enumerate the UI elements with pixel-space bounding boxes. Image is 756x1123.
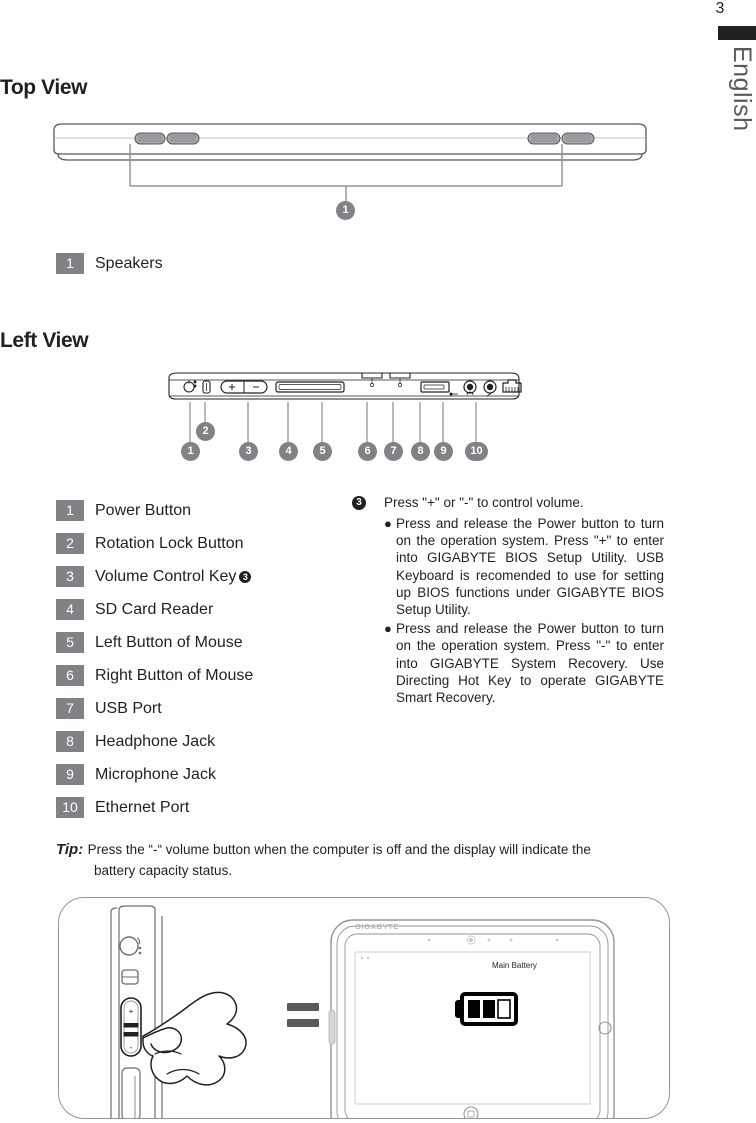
legend-label-text: Right Button of Mouse bbox=[95, 666, 254, 684]
legend-label: Left Button of Mouse bbox=[95, 634, 243, 652]
svg-text:-: - bbox=[130, 1043, 133, 1052]
legend-row: 1 Speakers bbox=[56, 247, 163, 280]
section-heading-left-view: Left View bbox=[0, 329, 89, 352]
left-view-legend-list: 1 Power Button 2 Rotation Lock Button 3 … bbox=[56, 494, 253, 824]
legend-badge: 5 bbox=[56, 632, 84, 653]
legend-badge: 8 bbox=[56, 731, 84, 752]
bullet-dot-icon: ● bbox=[384, 516, 392, 531]
callout-badge-5: 5 bbox=[313, 442, 332, 461]
note-reference-icon: 3 bbox=[239, 570, 252, 583]
legend-label: Rotation Lock Button bbox=[95, 535, 244, 553]
legend-row-right-button-of-mouse: 6 Right Button of Mouse bbox=[56, 659, 253, 692]
main-battery-label: Main Battery bbox=[492, 961, 537, 970]
legend-label: Volume Control Key 3 bbox=[95, 567, 252, 586]
legend-label: Headphone Jack bbox=[95, 733, 215, 751]
legend-row-power-button: 1 Power Button bbox=[56, 494, 253, 527]
callout-badge-8: 8 bbox=[411, 442, 430, 461]
note-heading-text: Press "+" or "-" to control volume. bbox=[384, 495, 584, 510]
note-bullet-text: Press and release the Power button to tu… bbox=[396, 621, 664, 706]
legend-row-sd-card-reader: 4 SD Card Reader bbox=[56, 593, 253, 626]
legend-label-text: Ethernet Port bbox=[95, 798, 190, 816]
legend-label: Microphone Jack bbox=[95, 766, 216, 784]
language-tab-bar bbox=[718, 26, 756, 40]
callout-badge-4: 4 bbox=[279, 442, 298, 461]
volume-control-note: 3 Press "+" or "-" to control volume. ● … bbox=[352, 494, 664, 708]
callout-badge-2: 2 bbox=[196, 422, 215, 441]
callout-badge-6: 6 bbox=[358, 442, 377, 461]
legend-label: SD Card Reader bbox=[95, 601, 213, 619]
legend-badge: 7 bbox=[56, 698, 84, 719]
callout-badge-1: 1 bbox=[336, 201, 355, 220]
bullet-dot-icon: ● bbox=[384, 621, 392, 637]
legend-label-text: Volume Control Key bbox=[95, 567, 237, 585]
legend-label-text: Microphone Jack bbox=[95, 765, 216, 783]
legend-row-ethernet-port: 10 Ethernet Port bbox=[56, 791, 253, 824]
legend-label: Power Button bbox=[95, 502, 191, 520]
page-number: 3 bbox=[715, 0, 725, 17]
legend-row-headphone-jack: 8 Headphone Jack bbox=[56, 725, 253, 758]
legend-row-volume-control-key: 3 Volume Control Key 3 bbox=[56, 560, 253, 593]
legend-label-text: Headphone Jack bbox=[95, 732, 216, 750]
tip-label: Tip: bbox=[56, 841, 84, 858]
legend-label: Speakers bbox=[95, 254, 163, 272]
tip-line-1: Tip: Press the “-“ volume button when th… bbox=[56, 841, 656, 859]
svg-text:+: + bbox=[129, 1007, 134, 1016]
note-bullet-text: Press and release the Power button to tu… bbox=[396, 516, 664, 618]
note-heading-row: 3 Press "+" or "-" to control volume. bbox=[352, 494, 664, 512]
legend-label: Ethernet Port bbox=[95, 799, 189, 817]
callout-badge-7: 7 bbox=[384, 442, 403, 461]
legend-label-text: Power Button bbox=[95, 501, 192, 519]
legend-badge: 2 bbox=[56, 533, 84, 554]
top-view-illustration: 1 bbox=[50, 118, 650, 223]
language-tab: English bbox=[718, 26, 756, 132]
callout-badge-3: 3 bbox=[239, 442, 258, 461]
legend-label: USB Port bbox=[95, 700, 162, 718]
legend-row-left-button-of-mouse: 5 Left Button of Mouse bbox=[56, 626, 253, 659]
note-bullet-item: ● Press and release the Power button to … bbox=[384, 515, 664, 618]
note-marker-icon: 3 bbox=[352, 496, 366, 510]
legend-label-text: Left Button of Mouse bbox=[95, 633, 243, 651]
legend-row-rotation-lock-button: 2 Rotation Lock Button bbox=[56, 527, 253, 560]
tip-block: Tip: Press the “-“ volume button when th… bbox=[56, 841, 656, 878]
legend-label-text: Rotation Lock Button bbox=[95, 534, 244, 552]
legend-badge: 6 bbox=[56, 665, 84, 686]
note-bullet-list: ● Press and release the Power button to … bbox=[384, 515, 664, 706]
note-bullet-item: ● Press and release the Power button to … bbox=[384, 620, 664, 706]
tablet-brand-logo: GIGABYTE bbox=[355, 922, 399, 931]
callout-badge-10: 10 bbox=[465, 442, 488, 461]
legend-badge: 3 bbox=[56, 566, 84, 587]
callout-badge-1: 1 bbox=[181, 442, 200, 461]
legend-badge: 10 bbox=[56, 797, 84, 818]
language-tab-label: English bbox=[728, 46, 756, 132]
legend-label: Right Button of Mouse bbox=[95, 667, 253, 685]
section-heading-top-view: Top View bbox=[0, 76, 88, 99]
left-view-callout-group: 1 2 3 4 5 6 7 8 9 10 bbox=[0, 402, 756, 470]
legend-badge: 1 bbox=[56, 253, 84, 274]
legend-badge: 4 bbox=[56, 599, 84, 620]
legend-label-text: SD Card Reader bbox=[95, 600, 214, 618]
tip-text-line2: battery capacity status. bbox=[94, 863, 233, 878]
callout-badge-9: 9 bbox=[434, 442, 453, 461]
legend-badge: 1 bbox=[56, 500, 84, 521]
legend-label-text: USB Port bbox=[95, 699, 162, 717]
legend-row-usb-port: 7 USB Port bbox=[56, 692, 253, 725]
legend-badge: 9 bbox=[56, 764, 84, 785]
left-view-illustration bbox=[166, 370, 522, 402]
top-view-legend: 1 Speakers bbox=[56, 247, 163, 280]
tip-text-line1: Press the “-“ volume button when the com… bbox=[87, 842, 591, 857]
legend-row-microphone-jack: 9 Microphone Jack bbox=[56, 758, 253, 791]
